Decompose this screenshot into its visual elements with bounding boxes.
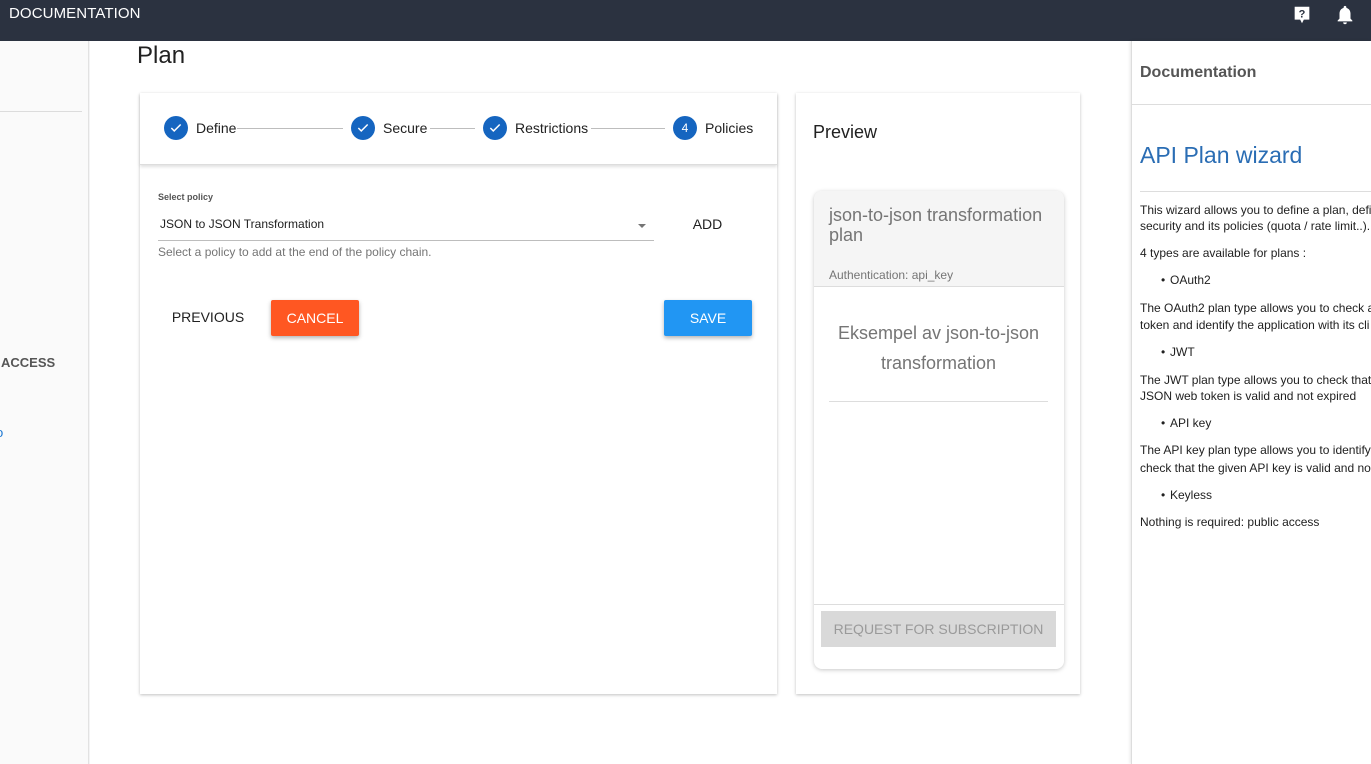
preview-title: Preview bbox=[813, 122, 878, 142]
main-content: Plan Define Secure Restrictions 4 Polici… bbox=[90, 41, 1131, 764]
documentation-panel: Documentation API Plan wizard This wizar… bbox=[1131, 41, 1371, 764]
doc-types-intro: 4 types are available for plans : bbox=[1140, 246, 1307, 260]
step-secure-check-icon[interactable] bbox=[351, 116, 375, 140]
preview-card: Preview json-to-json transformation plan… bbox=[796, 93, 1080, 694]
previous-button[interactable]: PREVIOUS bbox=[164, 299, 252, 335]
doc-bullet-oauth2: OAuth2 bbox=[1161, 273, 1211, 287]
documentation-title-divider bbox=[1140, 191, 1371, 192]
help-icon[interactable]: ? bbox=[1291, 4, 1313, 26]
doc-oauth2-desc: The OAuth2 plan type allows you to check… bbox=[1140, 301, 1371, 315]
step-connector bbox=[591, 128, 665, 129]
plan-name: json-to-json transformation plan bbox=[829, 205, 1043, 245]
step-restrictions-label[interactable]: Restrictions bbox=[515, 120, 588, 136]
step-secure-label[interactable]: Secure bbox=[383, 120, 427, 136]
plan-preview-card: json-to-json transformation plan Authent… bbox=[814, 191, 1064, 669]
request-subscription-button[interactable]: REQUEST FOR SUBSCRIPTION bbox=[821, 611, 1056, 647]
stepper: Define Secure Restrictions 4 Policies bbox=[140, 93, 777, 165]
step-define-check-icon[interactable] bbox=[164, 116, 188, 140]
left-nav: ACCESS o bbox=[0, 41, 89, 764]
page-title: Plan bbox=[137, 42, 186, 69]
doc-bullet-apikey: API key bbox=[1161, 416, 1211, 430]
doc-jwt-desc: JSON web token is valid and not expired bbox=[1140, 389, 1357, 403]
svg-text:?: ? bbox=[1299, 8, 1306, 20]
caret-down-icon[interactable] bbox=[638, 224, 646, 228]
nav-divider bbox=[0, 111, 82, 112]
step-policies-label[interactable]: Policies bbox=[705, 120, 753, 136]
doc-intro-line: security and its policies (quota / rate … bbox=[1140, 219, 1371, 233]
plan-preview-header: json-to-json transformation plan Authent… bbox=[814, 191, 1064, 287]
app-title[interactable]: DOCUMENTATION bbox=[9, 5, 141, 22]
doc-keyless-desc: Nothing is required: public access bbox=[1140, 515, 1320, 529]
step-connector bbox=[237, 128, 343, 129]
add-policy-button[interactable]: ADD bbox=[685, 208, 730, 240]
bell-icon[interactable] bbox=[1334, 4, 1356, 26]
step-policies-number[interactable]: 4 bbox=[673, 116, 697, 140]
plan-description-divider bbox=[829, 401, 1048, 402]
nav-link[interactable]: o bbox=[0, 425, 3, 440]
top-bar: DOCUMENTATION ? bbox=[0, 0, 1371, 41]
plan-wizard-card: Define Secure Restrictions 4 Policies Se… bbox=[140, 93, 777, 694]
plan-description: Eksempel av json-to-json transformation bbox=[837, 323, 1040, 373]
doc-bullet-jwt: JWT bbox=[1161, 345, 1195, 359]
step-define-label[interactable]: Define bbox=[196, 120, 236, 136]
policy-hint: Select a policy to add at the end of the… bbox=[158, 245, 432, 259]
policy-select[interactable]: JSON to JSON Transformation bbox=[158, 212, 654, 241]
doc-apikey-desc: check that the given API key is valid an… bbox=[1140, 461, 1371, 475]
save-button[interactable]: SAVE bbox=[664, 300, 752, 336]
step-restrictions-check-icon[interactable] bbox=[483, 116, 507, 140]
documentation-title: API Plan wizard bbox=[1140, 142, 1303, 168]
plan-authentication: Authentication: api_key bbox=[829, 268, 954, 282]
doc-oauth2-desc: token and identify the application with … bbox=[1140, 318, 1370, 332]
nav-access-label[interactable]: ACCESS bbox=[1, 355, 55, 370]
documentation-header-divider bbox=[1132, 104, 1371, 105]
plan-footer-divider bbox=[814, 604, 1064, 605]
policy-select-value[interactable]: JSON to JSON Transformation bbox=[160, 217, 324, 231]
doc-apikey-desc: The API key plan type allows you to iden… bbox=[1140, 443, 1371, 457]
doc-bullet-keyless: Keyless bbox=[1161, 488, 1212, 502]
step-connector bbox=[430, 128, 475, 129]
cancel-button[interactable]: CANCEL bbox=[271, 300, 359, 336]
select-policy-label: Select policy bbox=[158, 192, 214, 202]
documentation-header: Documentation bbox=[1140, 64, 1257, 81]
